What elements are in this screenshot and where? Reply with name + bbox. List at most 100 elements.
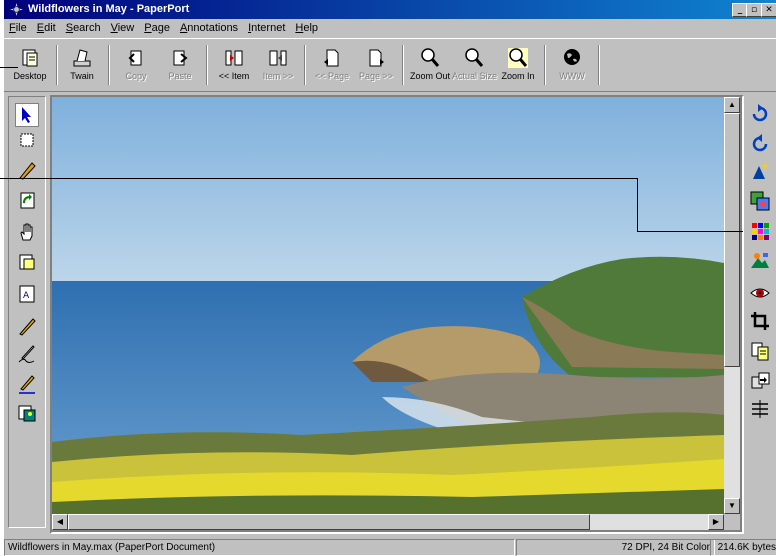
menu-bar: File Edit Search View Page Annotations Interne…	[4, 20, 776, 38]
next-item-label: Item >>	[262, 71, 294, 81]
enhance-icon	[753, 162, 769, 179]
zoom-in-label: Zoom In	[501, 71, 535, 81]
paperport-logo-icon	[10, 3, 23, 16]
crop-icon	[751, 312, 769, 330]
signature-tool[interactable]	[16, 343, 38, 365]
note-icon	[19, 254, 35, 270]
paste-label: Paste	[168, 71, 192, 81]
menu-help[interactable]: Help	[290, 20, 323, 34]
horizontal-scroll-thumb[interactable]	[68, 514, 590, 530]
zoom-out-icon	[421, 48, 440, 67]
line-pen-icon	[19, 375, 35, 394]
vertical-scroll-thumb[interactable]	[724, 113, 740, 367]
menu-edit[interactable]: Edit	[32, 20, 61, 34]
scroll-right-button[interactable]: ▶	[708, 514, 724, 530]
rotate-clockwise-tool[interactable]	[749, 102, 771, 124]
rotate-counterclockwise-tool[interactable]	[749, 132, 771, 154]
copy-page-icon	[751, 342, 769, 361]
prev-item-button[interactable]: << Item	[212, 43, 256, 87]
arrow-select-tool[interactable]	[15, 103, 39, 127]
straighten-tool[interactable]	[749, 398, 771, 420]
marquee-select-icon	[20, 133, 34, 147]
copy-label: Copy	[125, 71, 147, 81]
rotate-page-icon	[20, 192, 35, 209]
line-pen-tool[interactable]	[16, 373, 38, 395]
toolbar-separator	[56, 45, 58, 85]
menu-annotations[interactable]: Annotations	[175, 20, 243, 34]
copy-page-tool[interactable]	[749, 340, 771, 362]
status-bar: Wildflowers in May.max (PaperPort Docume…	[4, 538, 776, 556]
toolbar-separator	[598, 45, 600, 85]
twain-button[interactable]: Twain	[60, 43, 104, 87]
copy-icon	[128, 50, 142, 66]
color-grid-tool[interactable]	[749, 220, 771, 242]
zoom-in-icon	[508, 48, 528, 68]
zoom-in-button[interactable]: Zoom In	[496, 43, 540, 87]
callout-line	[0, 178, 638, 179]
menu-search[interactable]: Search	[61, 20, 106, 34]
next-page-button[interactable]: Page >>	[354, 43, 398, 87]
stamp-tool[interactable]: A	[16, 283, 38, 305]
pen-tool[interactable]	[16, 315, 38, 337]
enhance-tool[interactable]	[749, 160, 771, 182]
paste-icon	[173, 50, 188, 66]
copy-button[interactable]: Copy	[114, 43, 158, 87]
window-title: Wildflowers in May - PaperPort	[28, 3, 190, 15]
rotate-clockwise-icon	[752, 104, 768, 122]
next-item-button[interactable]: Item >>	[256, 43, 300, 87]
horizontal-scrollbar[interactable]: ◀ ▶	[52, 514, 724, 530]
hand-pan-tool[interactable]	[16, 221, 38, 243]
next-item-icon	[269, 50, 287, 66]
hand-pan-icon	[20, 223, 33, 241]
insert-image-tool[interactable]	[16, 403, 38, 425]
prev-page-button[interactable]: << Page	[310, 43, 354, 87]
signature-icon	[18, 345, 35, 363]
convert-tool[interactable]	[749, 370, 771, 392]
maximize-button[interactable]: ▫	[746, 3, 762, 17]
next-page-label: Page >>	[358, 71, 394, 81]
globe-icon	[564, 49, 580, 65]
application-window: Wildflowers in May - PaperPort _ ▫ ✕ Fil…	[4, 0, 776, 556]
wildflowers-photo	[52, 97, 724, 514]
scroll-down-button[interactable]: ▼	[724, 498, 740, 514]
red-eye-tool[interactable]	[749, 282, 771, 304]
insert-image-icon	[18, 405, 36, 422]
straighten-icon	[752, 400, 768, 418]
note-tool[interactable]	[16, 251, 38, 273]
toolbar-separator	[108, 45, 110, 85]
status-file-size: 214.6K bytes	[710, 539, 776, 556]
callout-line	[637, 231, 743, 232]
callout-line	[637, 178, 638, 232]
rotate-page-tool[interactable]	[16, 189, 38, 211]
scroll-left-button[interactable]: ◀	[52, 514, 68, 530]
toolbar-separator	[544, 45, 546, 85]
menu-file[interactable]: File	[4, 20, 32, 34]
crop-tool[interactable]	[749, 310, 771, 332]
vertical-scrollbar[interactable]: ▲ ▼	[724, 97, 740, 514]
menu-view[interactable]: View	[106, 20, 140, 34]
image-tool-palette	[742, 96, 776, 526]
title-bar[interactable]: Wildflowers in May - PaperPort _ ▫ ✕	[4, 0, 776, 19]
next-page-icon	[369, 49, 384, 67]
prev-item-icon	[225, 50, 243, 66]
zoom-out-label: Zoom Out	[409, 71, 450, 81]
paste-button[interactable]: Paste	[158, 43, 202, 87]
image-adjust-tool[interactable]	[749, 190, 771, 212]
marquee-select-tool[interactable]	[16, 129, 38, 151]
callout-line	[0, 67, 18, 68]
close-button[interactable]: ✕	[761, 3, 776, 17]
menu-internet[interactable]: Internet	[243, 20, 290, 34]
toolbar: Desktop Twain Copy Paste << Item Item >>…	[4, 38, 776, 92]
status-filename: Wildflowers in May.max (PaperPort Docume…	[4, 539, 515, 556]
www-button[interactable]: WWW	[550, 43, 594, 87]
menu-page[interactable]: Page	[139, 20, 175, 34]
zoom-out-button[interactable]: Zoom Out	[408, 43, 452, 87]
sharpen-tool[interactable]	[749, 250, 771, 272]
convert-icon	[751, 372, 770, 389]
scroll-up-button[interactable]: ▲	[724, 97, 740, 113]
actual-size-button[interactable]: Actual Size	[452, 43, 497, 87]
desktop-button[interactable]: Desktop	[8, 43, 52, 87]
stamp-icon: A	[19, 285, 35, 303]
image-viewer[interactable]: ▲ ▼ ◀ ▶	[50, 95, 744, 534]
toolbar-separator	[402, 45, 404, 85]
